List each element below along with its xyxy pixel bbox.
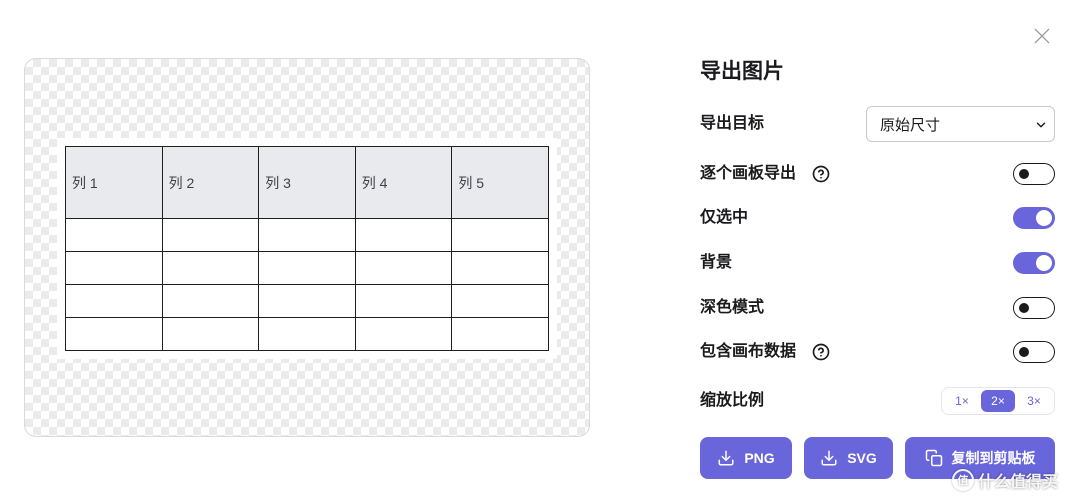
- chevron-down-icon: [1034, 118, 1048, 132]
- per-frame-export-label: 逐个画板导出: [700, 165, 797, 182]
- table-cell: [65, 284, 163, 318]
- table-cell: [161, 218, 260, 252]
- only-selected-toggle[interactable]: [1013, 207, 1055, 229]
- export-target-row: 导出目标 原始尺寸: [700, 106, 1055, 142]
- download-icon: [717, 449, 735, 467]
- close-icon[interactable]: [1032, 26, 1052, 46]
- toggle-knob: [1036, 209, 1052, 226]
- close-icon-graphic: [1034, 28, 1050, 44]
- dialog-title: 导出图片: [700, 60, 784, 83]
- table-cell: [161, 284, 260, 318]
- export-target-label: 导出目标: [700, 115, 765, 132]
- table-cell: [354, 218, 453, 252]
- preview-table: 列 1列 2列 3列 4列 5: [65, 146, 549, 351]
- export-image-dialog: 列 1列 2列 3列 4列 5 导出图片 导出目标 原始尺寸 逐个画板导出 仅选…: [0, 0, 1080, 503]
- export-target-value: 原始尺寸: [880, 116, 941, 134]
- export-png-button[interactable]: PNG: [700, 437, 792, 479]
- table-row: [65, 284, 549, 318]
- toggle-knob: [1019, 168, 1029, 179]
- table-cell: [258, 284, 356, 318]
- table-header-cell: 列 3: [258, 146, 356, 219]
- table-header-cell: 列 4: [354, 146, 453, 219]
- table-cell: [65, 317, 163, 351]
- table-header-cell: 列 2: [161, 146, 260, 219]
- table-cell: [65, 251, 163, 285]
- table-cell: [451, 317, 549, 351]
- table-row: [65, 251, 549, 285]
- scale-3x-button[interactable]: 3×: [1017, 390, 1051, 412]
- table-row: [65, 317, 549, 351]
- export-svg-label: SVG: [847, 450, 877, 466]
- toggle-knob: [1036, 254, 1052, 271]
- toggle-row-only-selected: 仅选中: [700, 200, 1055, 236]
- copy-icon: [925, 449, 943, 467]
- scale-1x-button[interactable]: 1×: [945, 390, 979, 412]
- toggle-row-per-frame: 逐个画板导出: [700, 156, 1055, 192]
- table-cell: [161, 317, 260, 351]
- copy-to-clipboard-button[interactable]: 复制到剪贴板: [905, 437, 1055, 479]
- table-cell: [354, 317, 453, 351]
- preview-table-head: 列 1列 2列 3列 4列 5: [65, 146, 549, 219]
- dark-mode-label: 深色模式: [700, 299, 765, 316]
- table-header-cell: 列 1: [65, 146, 163, 219]
- table-cell: [451, 218, 549, 252]
- table-row: [65, 218, 549, 252]
- table-cell: [258, 251, 356, 285]
- table-header-row: 列 1列 2列 3列 4列 5: [65, 146, 549, 219]
- scale-segmented-control: 1× 2× 3×: [941, 387, 1055, 415]
- table-cell: [354, 284, 453, 318]
- background-toggle[interactable]: [1013, 252, 1055, 274]
- copy-to-clipboard-label: 复制到剪贴板: [951, 450, 1036, 466]
- table-cell: [65, 218, 163, 252]
- scale-label: 缩放比例: [700, 392, 765, 409]
- per-frame-export-toggle[interactable]: [1013, 163, 1055, 185]
- embed-scene-toggle[interactable]: [1013, 341, 1055, 363]
- dark-mode-toggle[interactable]: [1013, 297, 1055, 319]
- embed-scene-label: 包含画布数据: [700, 343, 797, 360]
- toggle-row-background: 背景: [700, 245, 1055, 281]
- preview-canvas: 列 1列 2列 3列 4列 5: [57, 138, 557, 359]
- table-cell: [451, 251, 549, 285]
- help-icon[interactable]: [812, 343, 830, 361]
- toggle-row-embed-scene: 包含画布数据: [700, 334, 1055, 370]
- help-icon[interactable]: [812, 165, 830, 183]
- table-cell: [354, 251, 453, 285]
- table-cell: [451, 284, 549, 318]
- table-cell: [258, 317, 356, 351]
- background-label: 背景: [700, 254, 733, 271]
- scale-2x-button[interactable]: 2×: [981, 390, 1015, 412]
- scale-row: 缩放比例 1× 2× 3×: [700, 383, 1055, 419]
- export-target-select[interactable]: 原始尺寸: [866, 106, 1055, 142]
- toggle-knob: [1019, 302, 1029, 313]
- download-icon: [820, 449, 838, 467]
- toggle-row-dark-mode: 深色模式: [700, 290, 1055, 326]
- preview-table-body: [65, 218, 549, 351]
- export-svg-button[interactable]: SVG: [804, 437, 893, 479]
- table-cell: [161, 251, 260, 285]
- toggle-knob: [1019, 346, 1029, 357]
- only-selected-label: 仅选中: [700, 209, 749, 226]
- table-header-cell: 列 5: [451, 146, 549, 219]
- export-preview: 列 1列 2列 3列 4列 5: [24, 58, 590, 437]
- table-cell: [258, 218, 356, 252]
- export-png-label: PNG: [744, 450, 775, 466]
